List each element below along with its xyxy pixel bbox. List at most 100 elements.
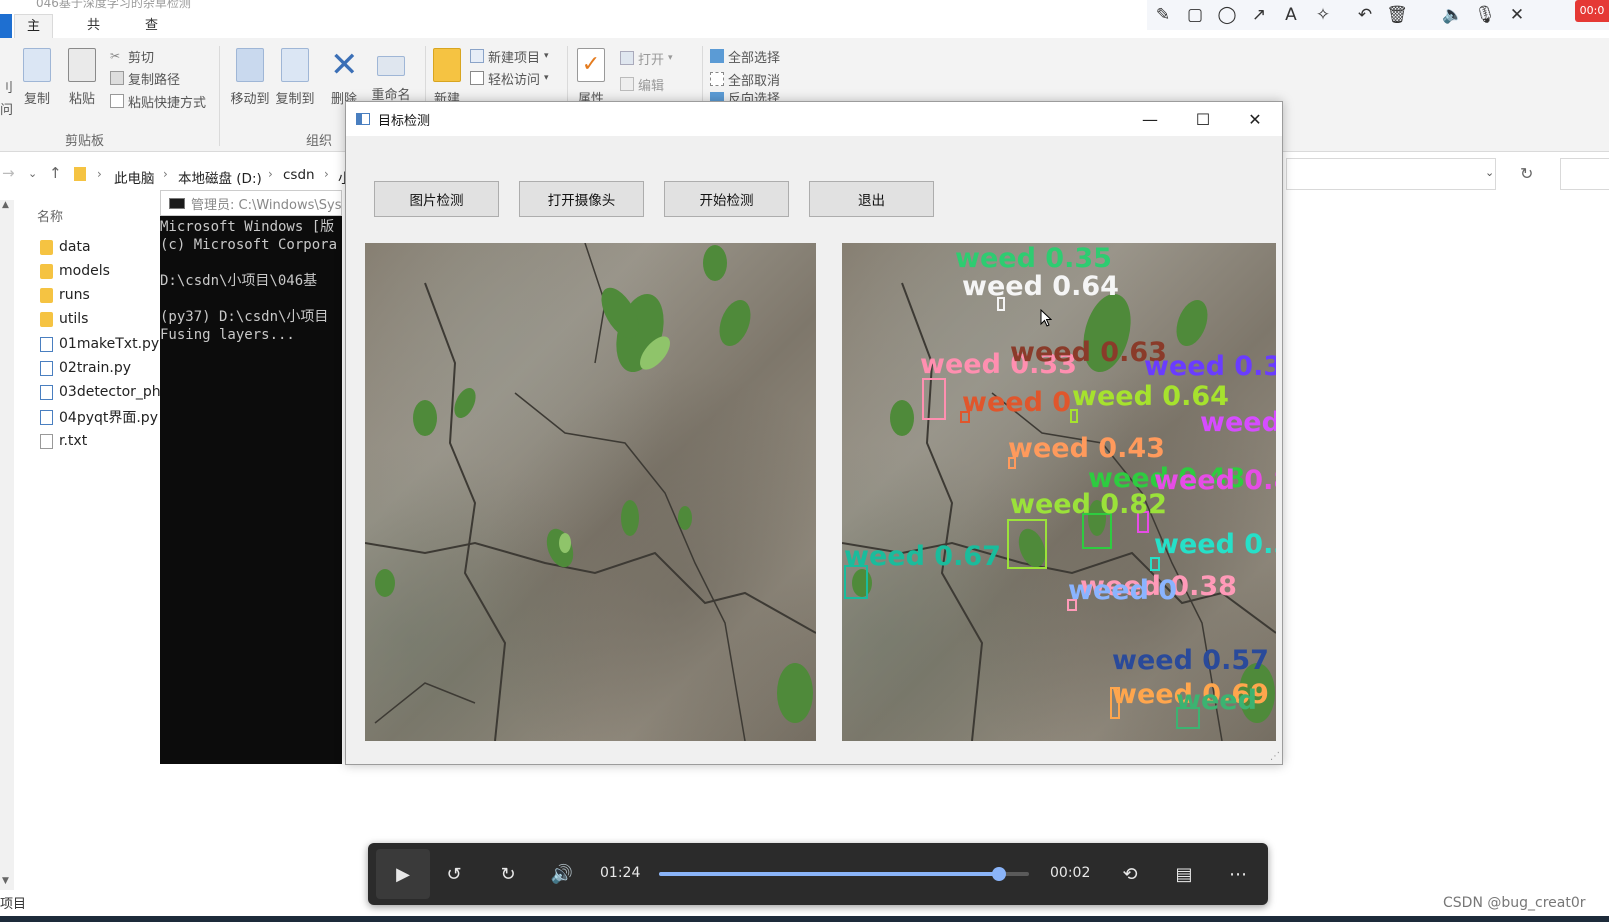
more-icon[interactable]: ⋯ — [1220, 855, 1256, 893]
column-header-name[interactable]: 名称 — [37, 206, 63, 225]
copy-button[interactable]: 复制 — [15, 38, 59, 107]
detection-label: weed 0 — [1068, 575, 1178, 606]
speaker-icon[interactable]: 🔈 — [1437, 1, 1469, 29]
image-detect-button[interactable]: 图片检测 — [374, 181, 499, 217]
detection-box — [922, 378, 946, 420]
breadcrumb-separator: › — [324, 167, 329, 181]
folder-icon — [40, 287, 53, 303]
pencil-icon[interactable]: ✎ — [1147, 1, 1179, 29]
detection-label: weed 0.43 — [1008, 433, 1165, 464]
close-icon[interactable]: ✕ — [1501, 1, 1533, 29]
easy-access-label: 轻松访问 — [488, 72, 541, 88]
breadcrumb-this-pc[interactable]: 此电脑 — [114, 167, 155, 187]
list-item[interactable]: 01makeTxt.py — [40, 333, 159, 355]
tab-share[interactable]: 共享 — [87, 14, 100, 57]
breadcrumb-csdn[interactable]: csdn — [283, 167, 315, 183]
rewind-10-icon[interactable]: ↺ — [436, 855, 472, 893]
properties-button[interactable]: ✓ 属性 — [569, 38, 613, 107]
copy-path-button[interactable]: 复制路径 — [110, 68, 180, 88]
tab-home[interactable]: 主页 — [14, 14, 54, 58]
minimize-icon[interactable]: — — [1125, 102, 1175, 136]
list-item[interactable]: 03detector_ph — [40, 381, 162, 403]
seek-bar-fill — [659, 872, 1000, 876]
forward-30-icon[interactable]: ↻ — [490, 855, 526, 893]
select-all-button[interactable]: 全部选择 — [710, 46, 780, 66]
cut-button[interactable]: ✂ 剪切 — [110, 46, 154, 66]
exit-button[interactable]: 退出 — [809, 181, 934, 217]
console-window[interactable]: 管理员: C:\Windows\Sys Microsoft Windows [版… — [160, 190, 342, 764]
address-input[interactable]: ⌄ — [1286, 158, 1496, 190]
navigation-pane-scrollbar[interactable]: ▲ ▼ — [0, 200, 14, 890]
tab-view[interactable]: 查看 — [145, 14, 158, 57]
rectangle-icon[interactable]: ▢ — [1179, 1, 1211, 29]
paste-button[interactable]: 粘贴 — [60, 38, 104, 107]
repeat-off-icon[interactable]: ⟲ — [1112, 855, 1148, 893]
python-file-icon — [40, 360, 53, 376]
list-item[interactable]: r.txt — [40, 430, 87, 452]
group-separator — [219, 46, 220, 146]
list-item[interactable]: 02train.py — [40, 357, 131, 379]
rename-button[interactable]: 重命名 — [366, 38, 416, 103]
file-name: 02train.py — [59, 360, 132, 376]
address-dropdown-chevron-icon[interactable]: ⌄ — [1485, 166, 1494, 179]
scissors-icon: ✂ — [110, 49, 121, 63]
text-file-icon — [40, 433, 53, 449]
start-detect-button[interactable]: 开始检测 — [664, 181, 789, 217]
forward-arrow-icon[interactable]: → — [2, 164, 15, 182]
move-to-button[interactable]: 移动到 — [225, 38, 275, 107]
captions-icon[interactable]: ▤ — [1166, 855, 1202, 893]
console-titlebar[interactable]: 管理员: C:\Windows\Sys — [160, 190, 342, 216]
console-line: (c) Microsoft Corpora — [160, 237, 338, 253]
new-folder-button[interactable]: 新建 — [425, 38, 469, 107]
new-item-button[interactable]: 新建项目 ▾ — [470, 46, 549, 66]
open-camera-button[interactable]: 打开摄像头 — [519, 181, 644, 217]
detection-label: weed 0 — [962, 387, 1072, 418]
edit-button[interactable]: 编辑 — [620, 74, 664, 94]
console-line: Fusing layers... — [160, 327, 295, 343]
seek-bar-thumb[interactable] — [992, 867, 1007, 881]
list-item[interactable]: 04pyqt界面.py — [40, 406, 158, 428]
easy-access-button[interactable]: 轻松访问 ▾ — [470, 68, 549, 88]
list-item[interactable]: runs — [40, 284, 90, 306]
select-none-button[interactable]: 全部取消 — [710, 69, 780, 89]
detection-titlebar[interactable]: 目标检测 — ☐ ✕ — [346, 102, 1282, 136]
scroll-down-icon[interactable]: ▼ — [2, 876, 9, 886]
magic-icon[interactable]: ✧ — [1307, 1, 1339, 29]
search-input[interactable] — [1560, 158, 1609, 190]
rename-icon — [377, 56, 405, 76]
list-item[interactable]: utils — [40, 308, 88, 330]
recording-time: 00:0 — [1575, 0, 1609, 22]
detection-box — [1007, 519, 1047, 569]
recent-locations-chevron-icon[interactable]: ⌄ — [28, 167, 37, 180]
list-item[interactable]: data — [40, 236, 91, 258]
file-tab[interactable] — [0, 14, 12, 38]
open-button[interactable]: 打开 ▾ — [620, 48, 673, 68]
list-item[interactable]: models — [40, 260, 110, 282]
paste-shortcut-button[interactable]: 粘贴快捷方式 — [110, 91, 206, 111]
copy-path-label: 复制路径 — [128, 72, 181, 88]
volume-icon[interactable]: 🔊 — [544, 855, 580, 893]
folder-icon — [40, 311, 53, 327]
trash-icon[interactable]: 🗑 — [1381, 1, 1413, 29]
circle-icon[interactable]: ◯ — [1211, 1, 1243, 29]
delete-button[interactable]: ✕ 删除 — [322, 38, 366, 107]
arrow-icon[interactable]: ↗ — [1243, 1, 1275, 29]
file-name: runs — [59, 287, 90, 303]
folder-icon — [74, 167, 86, 181]
console-title: 管理员: C:\Windows\Sys — [191, 197, 342, 213]
mic-icon[interactable]: 🎙 — [1469, 1, 1501, 29]
play-icon[interactable]: ▶ — [376, 849, 430, 899]
maximize-icon[interactable]: ☐ — [1178, 102, 1228, 136]
close-icon[interactable]: ✕ — [1230, 102, 1280, 136]
scroll-up-icon[interactable]: ▲ — [2, 200, 9, 210]
easy-access-icon — [470, 71, 484, 85]
media-player-controls: ▶ ↺ ↻ 🔊 01:24 00:02 ⟲ ▤ ⋯ — [368, 843, 1268, 905]
copy-to-button[interactable]: 复制到 — [270, 38, 320, 107]
breadcrumb-drive-d[interactable]: 本地磁盘 (D:) — [178, 167, 262, 187]
resize-grip-icon[interactable]: ⋰ — [1270, 751, 1280, 762]
seek-bar[interactable] — [659, 867, 1029, 881]
text-icon[interactable]: A — [1275, 1, 1307, 29]
up-arrow-icon[interactable]: ↑ — [49, 164, 62, 182]
undo-icon[interactable]: ↶ — [1349, 1, 1381, 29]
refresh-icon[interactable]: ↻ — [1520, 164, 1533, 183]
